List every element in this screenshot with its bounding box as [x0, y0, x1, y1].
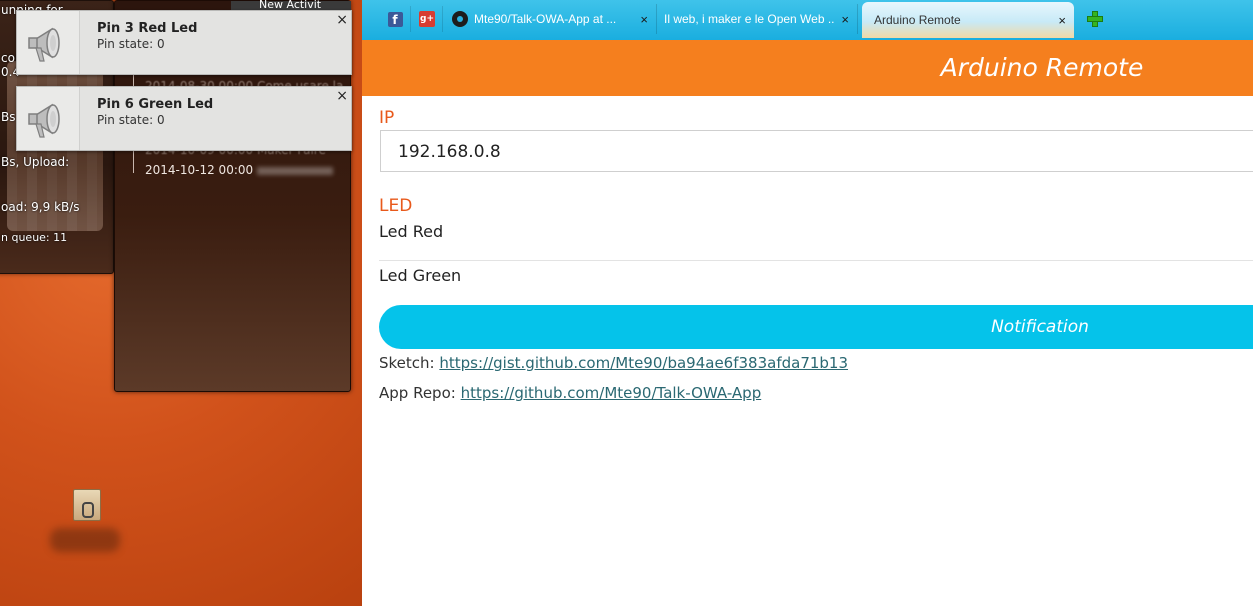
tab-arduino-remote[interactable]: Arduino Remote × — [862, 2, 1074, 38]
divider — [379, 260, 1253, 261]
widget-text-line: Bs — [1, 110, 16, 124]
notification-title: Pin 3 Red Led — [97, 21, 198, 36]
megaphone-icon — [17, 87, 80, 150]
tree-row[interactable]: 2014-10-12 00:00 — [145, 163, 334, 177]
close-icon[interactable]: × — [841, 12, 849, 27]
desktop-icon-label-redacted — [50, 528, 120, 552]
close-icon[interactable]: × — [336, 89, 348, 103]
facebook-icon: f — [387, 11, 403, 27]
led-green-toggle[interactable]: Led Green — [379, 266, 1253, 285]
repo-line: App Repo: https://github.com/Mte90/Talk-… — [379, 384, 761, 402]
notification-body: Pin state: 0 — [97, 113, 165, 127]
archive-file-icon[interactable] — [73, 489, 101, 521]
google-plus-icon: g+ — [419, 11, 435, 27]
tab-github[interactable]: Mte90/Talk-OWA-App at ... × — [452, 4, 657, 34]
repo-label: App Repo: — [379, 384, 456, 402]
close-icon[interactable]: × — [336, 13, 348, 27]
notification-button-label: Notification — [991, 317, 1089, 337]
tab-label: Arduino Remote — [874, 13, 961, 27]
notification-body: Pin state: 0 — [97, 37, 165, 51]
pinned-tab-facebook[interactable]: f — [380, 6, 411, 32]
browser-window: f g+ Mte90/Talk-OWA-App at ... × Il web,… — [362, 0, 1253, 606]
led-label: LED — [379, 196, 413, 216]
github-icon — [452, 11, 468, 27]
widget-text-line: Bs, Upload: — [1, 155, 70, 169]
megaphone-icon — [17, 11, 80, 74]
app-title: Arduino Remote — [940, 53, 1144, 82]
notification-popup[interactable]: Pin 6 Green Led Pin state: 0 × — [16, 86, 352, 151]
app-header: Arduino Remote — [362, 40, 1253, 96]
tab-label: Mte90/Talk-OWA-App at ... — [474, 12, 617, 26]
led-red-toggle[interactable]: Led Red — [379, 222, 1253, 241]
ip-label: IP — [379, 108, 395, 128]
sketch-line: Sketch: https://gist.github.com/Mte90/ba… — [379, 354, 848, 372]
notification-popup[interactable]: Pin 3 Red Led Pin state: 0 × — [16, 10, 352, 75]
widget-text-line: oad: 9,9 kB/s — [1, 200, 80, 214]
new-tab-plus-icon[interactable] — [1086, 10, 1104, 28]
tab-maker-article[interactable]: Il web, i maker e le Open Web ... × — [656, 4, 858, 34]
redacted-text — [257, 166, 334, 175]
tab-bar: f g+ Mte90/Talk-OWA-App at ... × Il web,… — [362, 0, 1253, 40]
ip-input[interactable]: 192.168.0.8 — [380, 130, 1253, 172]
tab-label: Il web, i maker e le Open Web ... — [664, 12, 834, 26]
notification-button[interactable]: Notification — [379, 305, 1253, 349]
close-icon[interactable]: × — [640, 12, 648, 27]
pinned-tab-google-plus[interactable]: g+ — [412, 6, 443, 32]
sketch-label: Sketch: — [379, 354, 435, 372]
sketch-link[interactable]: https://gist.github.com/Mte90/ba94ae6f38… — [439, 354, 848, 372]
widget-text-line: n queue: 11 — [1, 231, 68, 244]
tree-row-label: 2014-10-12 00:00 — [145, 163, 254, 177]
notification-title: Pin 6 Green Led — [97, 97, 214, 112]
repo-link[interactable]: https://github.com/Mte90/Talk-OWA-App — [461, 384, 762, 402]
close-icon[interactable]: × — [1058, 13, 1066, 28]
